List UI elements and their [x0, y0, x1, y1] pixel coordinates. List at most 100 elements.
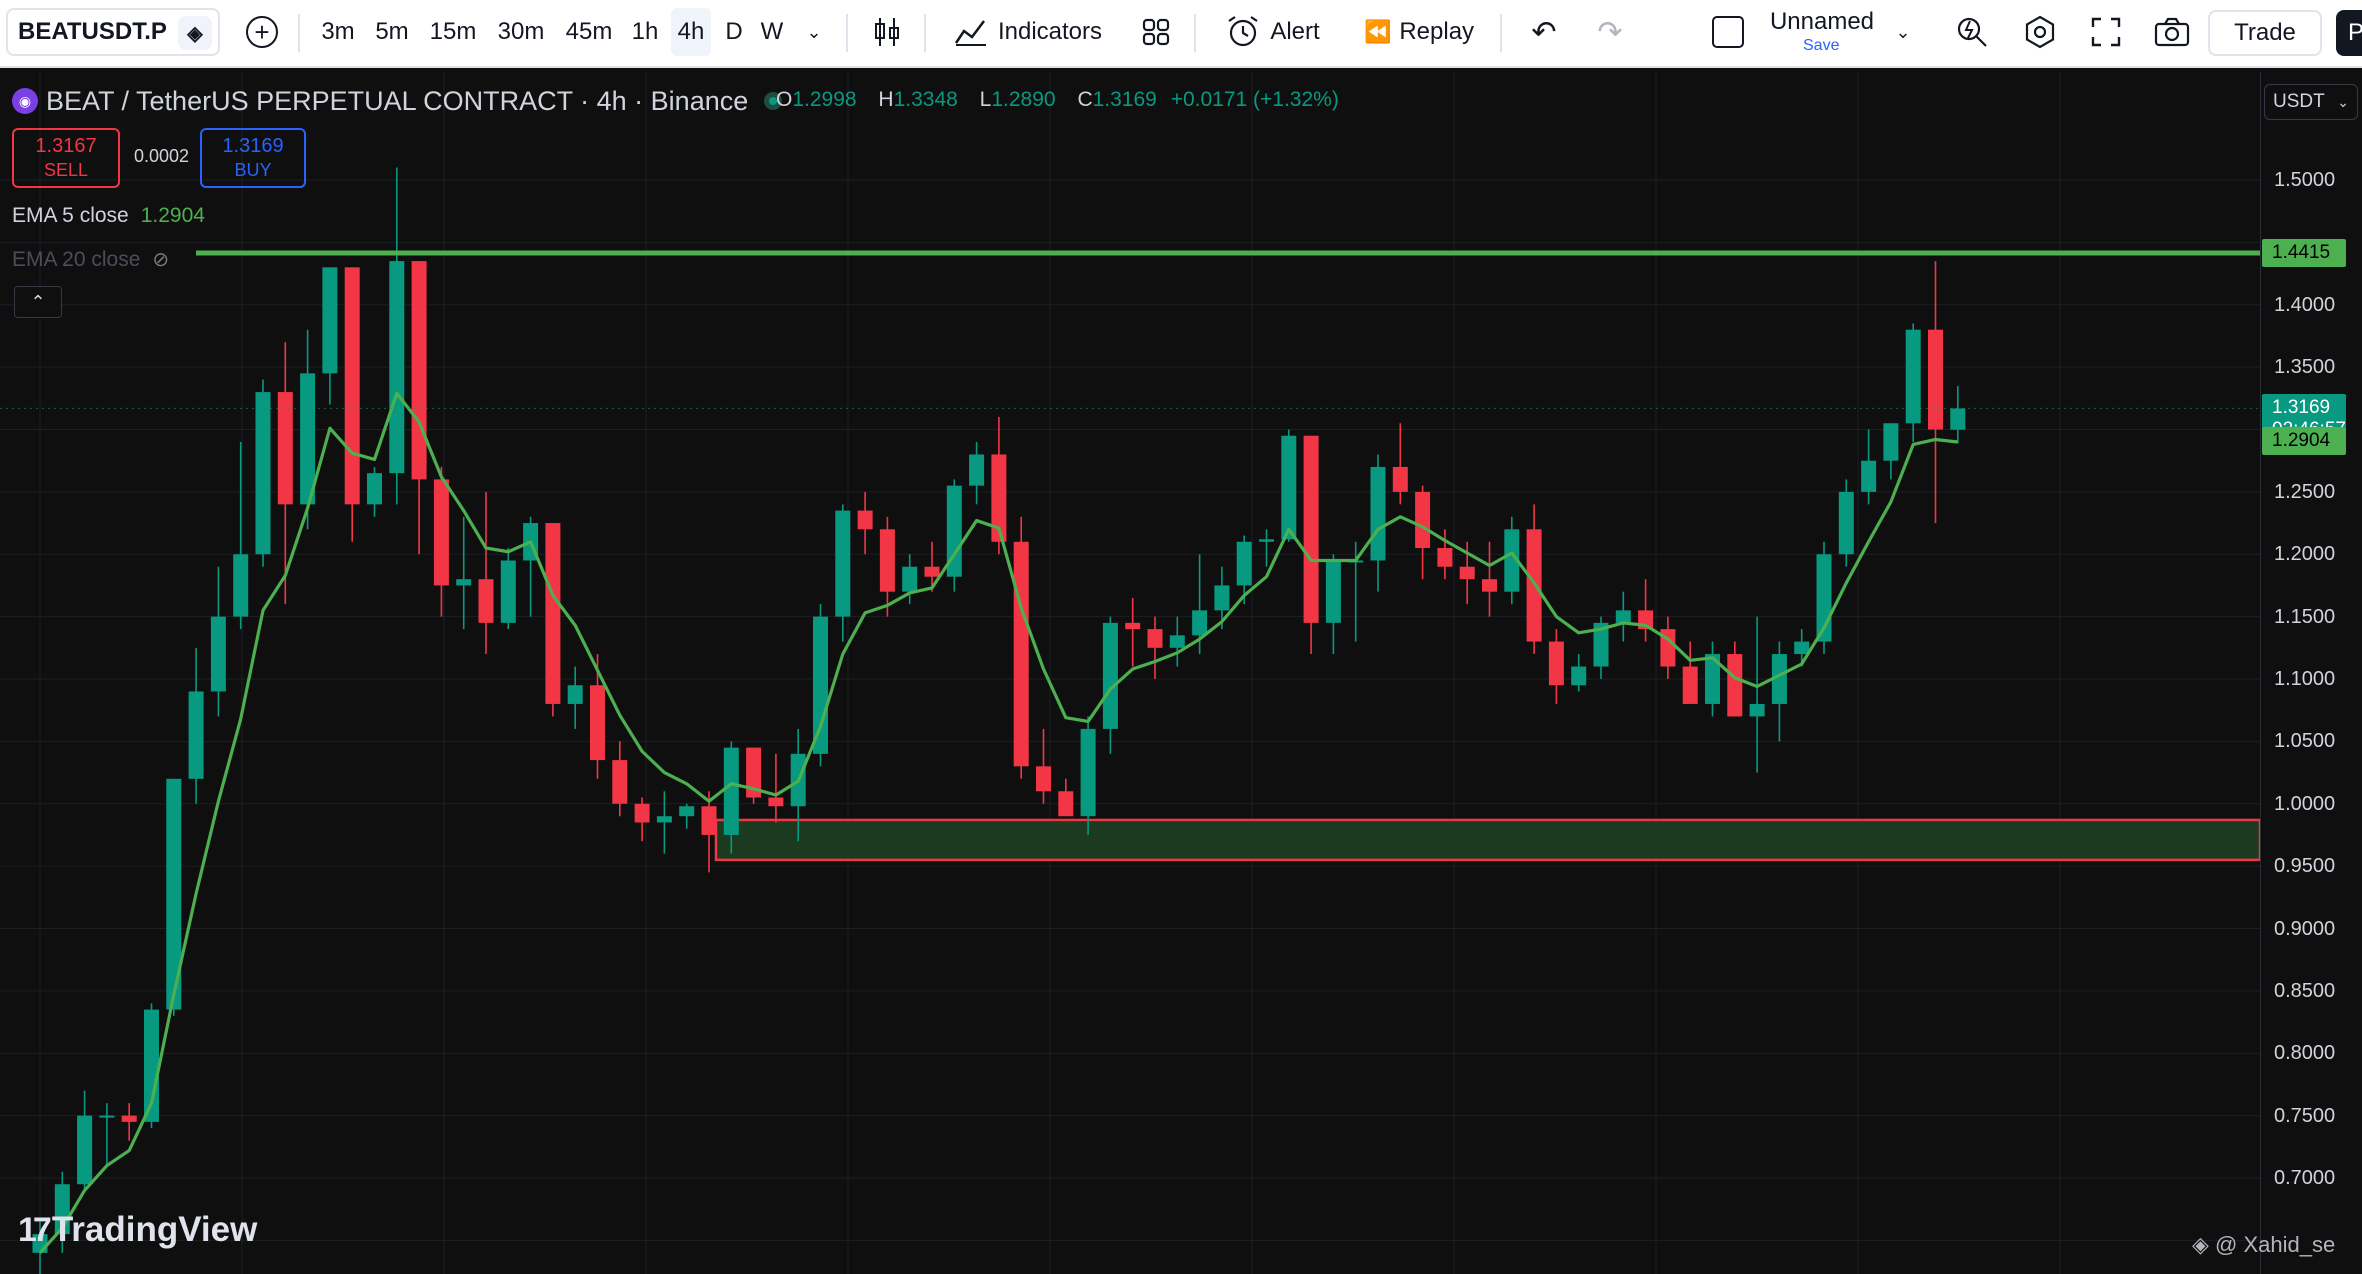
candle [545, 523, 561, 717]
redo-button[interactable]: ↷ [1588, 0, 1632, 64]
indicators-button[interactable]: Indicators [944, 0, 1112, 64]
replay-button[interactable]: ⏪ Replay [1356, 0, 1482, 64]
symbol-legend[interactable]: ◉ BEAT / TetherUS PERPETUAL CONTRACT · 4… [12, 84, 796, 118]
chart-pane[interactable] [0, 72, 2260, 1274]
candle [1259, 529, 1274, 567]
timeframe-label: D [725, 18, 743, 45]
candle [1950, 386, 1966, 444]
candle [656, 791, 672, 854]
price-tick-label: 0.9500 [2274, 855, 2336, 878]
candle [679, 803, 695, 829]
save-label[interactable]: Save [1803, 37, 1839, 55]
timeframe-45m[interactable]: 45m [560, 0, 618, 64]
candle [523, 516, 539, 617]
ema20-legend[interactable]: EMA 20 close ⊘ [12, 247, 169, 272]
undo-button[interactable]: ↶ [1522, 0, 1566, 64]
timeframe-label: 3m [321, 18, 355, 45]
fullscreen-button[interactable] [2084, 0, 2128, 64]
candle-body [500, 560, 516, 623]
candle [389, 167, 405, 505]
candle-body [590, 685, 605, 761]
candle-body [545, 523, 561, 704]
candle-body [1883, 423, 1899, 461]
quick-search-icon [1957, 17, 1987, 47]
rewind-icon: ⏪ [1363, 19, 1392, 44]
alert-button[interactable]: Alert [1216, 0, 1330, 64]
timeframe-label: 45m [565, 18, 613, 45]
candle [612, 741, 628, 817]
buy-button[interactable]: 1.3169 BUY [200, 128, 306, 188]
trade-button[interactable]: Trade [2208, 10, 2322, 56]
candle [1615, 591, 1631, 642]
publish-button[interactable]: P [2336, 10, 2362, 56]
layout-dropdown[interactable]: ⌄ [1886, 0, 1920, 64]
chevron-up-icon: ⌃ [30, 291, 46, 312]
candlestick-chart[interactable] [0, 72, 2260, 1274]
close-key: C [1077, 88, 1093, 111]
candle [255, 379, 271, 567]
quick-search-button[interactable] [1950, 0, 1994, 64]
candle-body [456, 579, 472, 586]
ema5-legend[interactable]: EMA 5 close 1.2904 [12, 204, 205, 228]
price-tick-label: 1.1000 [2274, 668, 2336, 690]
timeframe-4h[interactable]: 4h [671, 8, 711, 56]
level-price: 1.4415 [2272, 241, 2331, 263]
timeframe-dropdown[interactable]: ⌄ [796, 0, 832, 64]
price-tick-label: 0.8000 [2274, 1042, 2336, 1065]
settings-button[interactable] [2018, 0, 2062, 64]
templates-button[interactable] [1136, 0, 1176, 64]
compare-symbol-icon[interactable]: ◈ [178, 16, 212, 50]
candle [277, 342, 293, 605]
candle-body [1682, 666, 1698, 704]
indicators-label: Indicators [997, 18, 1103, 45]
price-tick-label: 1.3500 [2274, 356, 2336, 379]
sell-button[interactable]: 1.3167 SELL [12, 128, 120, 188]
candle-body [1281, 435, 1297, 540]
candle [1325, 554, 1341, 655]
candle-body [1303, 435, 1319, 623]
timeframe-d[interactable]: D [720, 0, 748, 64]
price-tick-label: 1.2000 [2274, 543, 2336, 566]
candle [768, 753, 784, 823]
timeframe-label: W [760, 18, 784, 45]
candle-body [1437, 548, 1453, 567]
add-symbol-button[interactable]: + [240, 0, 284, 64]
fullscreen-icon [2091, 17, 2121, 47]
support-zone-layer [714, 818, 2260, 862]
price-tick-label: 1.2500 [2274, 480, 2336, 503]
candle [322, 267, 338, 405]
timeframe-15m[interactable]: 15m [424, 0, 482, 64]
candle-body [1571, 666, 1587, 686]
symbol-search-button[interactable]: BEATUSDT.P ◈ [6, 8, 220, 56]
candle [1058, 778, 1074, 817]
layout-checkbox[interactable] [1708, 0, 1748, 64]
price-tick-label: 1.5000 [2274, 169, 2336, 191]
candle-body [188, 691, 204, 779]
timeframe-5m[interactable]: 5m [370, 0, 414, 64]
resistance-level-layer [0, 250, 2260, 409]
ohlc-values: O1.2998 H1.3348 L1.2890 C1.3169 +0.0171 … [776, 88, 1339, 112]
candle [1303, 435, 1319, 655]
candle [1013, 516, 1029, 779]
eye-hidden-icon[interactable]: ⊘ [152, 247, 169, 272]
candle [634, 797, 650, 842]
currency-selector[interactable]: USDT ⌄ [2264, 84, 2358, 120]
candle [1682, 641, 1698, 704]
candle [456, 516, 472, 630]
snapshot-button[interactable] [2150, 0, 2194, 64]
price-tick-label: 1.4000 [2274, 293, 2336, 316]
collapse-legend-button[interactable]: ⌃ [14, 286, 62, 318]
timeframe-label: 1h [631, 18, 659, 45]
price-tick-label: 0.8500 [2274, 979, 2336, 1002]
candle-body [567, 685, 583, 704]
timeframe-3m[interactable]: 3m [316, 0, 360, 64]
toolbar-divider [298, 14, 300, 52]
candle-body [344, 267, 360, 505]
chart-type-button[interactable] [864, 0, 910, 64]
timeframe-w[interactable]: W [756, 0, 788, 64]
candle-body [277, 392, 293, 505]
author-credit: ◈ @ Xahid_se [2192, 1232, 2335, 1258]
candle-body [1482, 579, 1497, 592]
timeframe-1h[interactable]: 1h [628, 0, 662, 64]
timeframe-30m[interactable]: 30m [492, 0, 550, 64]
